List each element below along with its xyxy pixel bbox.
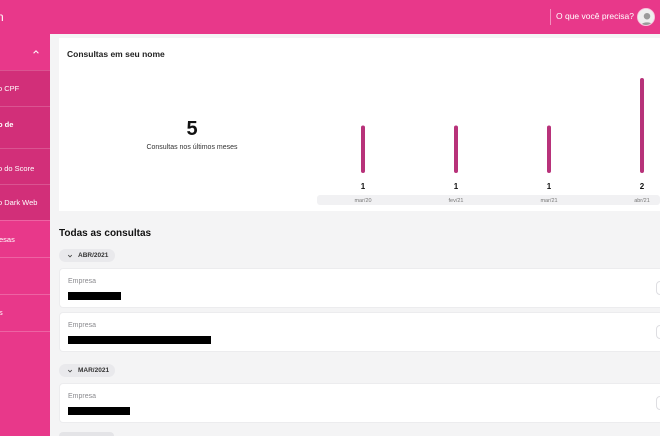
brand-logo-fragment[interactable]: n (0, 10, 4, 24)
sidebar-subitem-label: o Dark Web (0, 198, 38, 207)
chart-value-label: 2 (640, 182, 645, 191)
query-row[interactable]: Empresa (59, 312, 660, 352)
chart-x-tick-label: abr/21 (634, 198, 650, 204)
month-group-toggle[interactable]: MAR/2021 (59, 364, 115, 377)
sidebar-subitem-dark-web[interactable]: o Dark Web (0, 184, 50, 220)
redacted-company-name (68, 407, 130, 415)
top-header: n O que você precisa? (0, 0, 660, 34)
summary-card: Consultas em seu nome 5 Consultas nos úl… (59, 38, 660, 211)
sidebar-item[interactable]: s (0, 294, 50, 331)
chevron-down-icon (67, 254, 73, 257)
month-group-label: MAR/2021 (78, 367, 110, 374)
chart-bar[interactable] (361, 125, 365, 174)
chevron-down-icon (67, 369, 73, 372)
sidebar-item[interactable] (0, 331, 50, 368)
month-group-toggle[interactable]: ABR/2021 (59, 249, 115, 262)
month-group-label: ABR/2021 (78, 252, 109, 259)
query-row-expand-button[interactable] (656, 396, 660, 410)
month-group-toggle[interactable] (59, 432, 114, 436)
sidebar-subitem-label: o do Score (0, 164, 35, 173)
chart-x-tick-label: mar/20 (354, 198, 371, 204)
query-row-expand-button[interactable] (656, 281, 660, 295)
query-row[interactable]: Empresa (59, 268, 660, 308)
queries-bar-chart: 1 mar/20 1 fev/21 1 mar/21 2 abr/21 (354, 78, 650, 204)
header-divider (550, 9, 551, 25)
help-menu-label: O que você precisa? (556, 11, 634, 21)
query-company-label: Empresa (68, 322, 97, 329)
chart-bar[interactable] (640, 78, 644, 173)
chart-x-tick-label: mar/21 (540, 198, 557, 204)
all-queries-title: Todas as consultas (59, 228, 152, 239)
redacted-company-name (68, 336, 211, 344)
chevron-up-icon (33, 50, 39, 54)
sidebar-subitem-label: o CPF (0, 84, 20, 93)
sidebar: o CPF o de o do Score o Dark Web esas s (0, 34, 50, 436)
sidebar-item[interactable] (0, 257, 50, 294)
chart-value-label: 1 (454, 182, 459, 191)
query-company-label: Empresa (68, 278, 97, 285)
chart-value-label: 1 (547, 182, 552, 191)
query-company-label: Empresa (68, 393, 97, 400)
sidebar-subitem-score[interactable]: o do Score (0, 148, 50, 184)
sidebar-subitem-active[interactable]: o de (0, 106, 50, 148)
user-avatar-button[interactable] (637, 8, 655, 26)
help-menu-button[interactable]: O que você precisa? (556, 11, 646, 21)
chart-bar[interactable] (547, 125, 551, 174)
sidebar-subitem-cpf[interactable]: o CPF (0, 70, 50, 106)
chart-x-tick-label: fev/21 (449, 198, 464, 204)
sidebar-item-label: s (0, 308, 3, 317)
query-row[interactable]: Empresa (59, 383, 660, 423)
sidebar-section-toggle[interactable] (0, 34, 50, 70)
user-avatar-icon (638, 9, 654, 25)
redacted-company-name (68, 292, 121, 300)
sidebar-subitem-label: o de (0, 120, 14, 129)
chart-bar[interactable] (454, 125, 458, 174)
sidebar-item-label: esas (0, 235, 15, 244)
query-row-expand-button[interactable] (656, 325, 660, 339)
chart-value-label: 1 (361, 182, 366, 191)
sidebar-item-empresas[interactable]: esas (0, 220, 50, 257)
